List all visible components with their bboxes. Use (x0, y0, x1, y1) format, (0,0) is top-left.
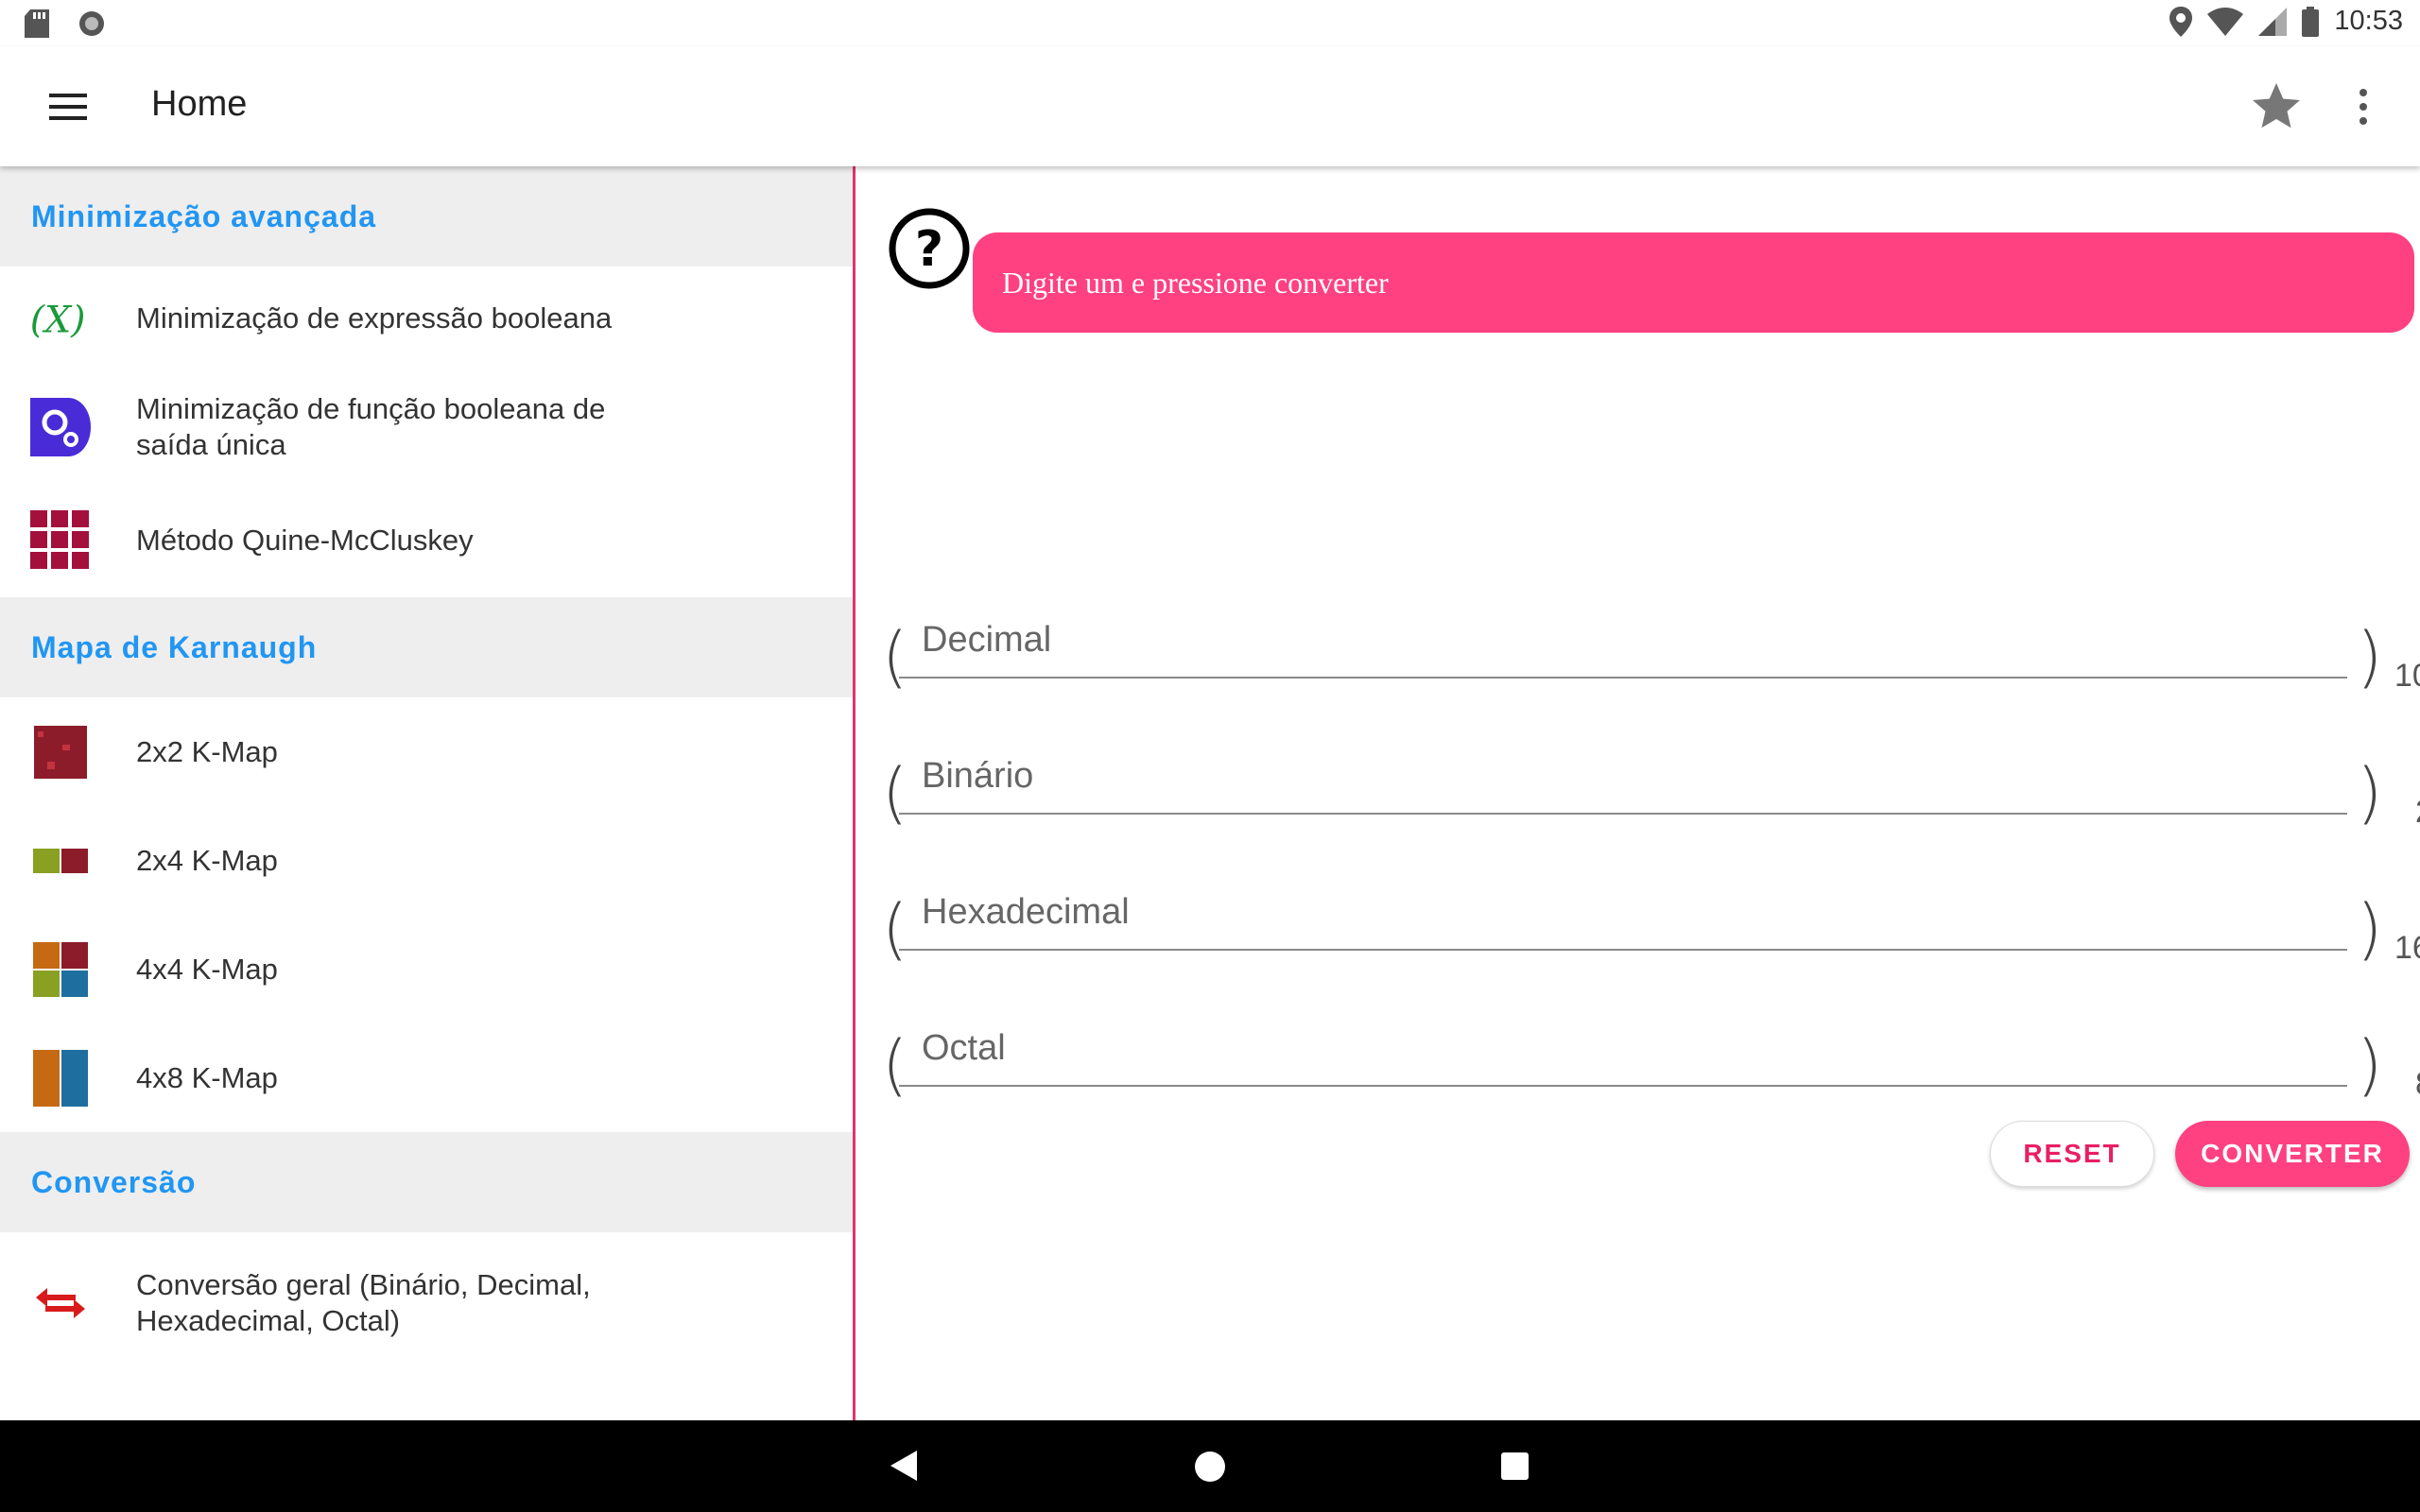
drawer-item-quine-mccluskey[interactable]: Método Quine-McCluskey (0, 484, 853, 597)
help-icon[interactable]: ? (888, 207, 971, 290)
back-icon[interactable] (889, 1449, 921, 1483)
section-header-label: Mapa de Karnaugh (31, 629, 318, 664)
status-bar-right: 10:53 (2169, 6, 2403, 37)
drawer-item-label: Minimização de função booleana de saída … (136, 392, 606, 461)
base-subscript: 10 (2394, 658, 2420, 694)
drawer-item-kmap-2x4[interactable]: 2x4 K-Map (0, 806, 853, 915)
kmap-2x2-icon (28, 720, 93, 784)
drawer-item-kmap-4x4[interactable]: 4x4 K-Map (0, 915, 853, 1023)
convert-button[interactable]: CONVERTER (2175, 1121, 2410, 1187)
drawer-item-label: Conversão geral (Binário, Decimal, Hexad… (136, 1268, 591, 1337)
section-header-minimizacao: Minimização avançada (0, 166, 853, 266)
section-header-label: Minimização avançada (31, 198, 377, 233)
gears-icon (28, 395, 93, 459)
star-icon (2253, 83, 2300, 129)
decimal-input[interactable] (899, 603, 2347, 679)
octal-field-group: ( ) 8 (882, 1011, 2420, 1104)
section-header-conversao: Conversão (0, 1132, 853, 1232)
drawer-item-label: 2x4 K-Map (136, 843, 278, 877)
svg-text:?: ? (915, 221, 943, 278)
close-paren: ) (2357, 890, 2383, 968)
location-icon (2169, 6, 2193, 37)
converter-panel: ? Digite um e pressione converter ( ) 10… (856, 166, 2420, 1420)
sync-circle-icon (79, 11, 104, 36)
close-paren: ) (2357, 754, 2383, 832)
drawer-item-label: 2x2 K-Map (136, 734, 278, 768)
drawer-item-kmap-2x2[interactable]: 2x2 K-Map (0, 697, 853, 806)
system-nav-bar (0, 1420, 2420, 1512)
octal-input[interactable] (899, 1011, 2347, 1087)
drawer-item-label: Minimização de expressão booleana (136, 301, 613, 335)
hint-bubble: Digite um e pressione converter (973, 232, 2414, 333)
decimal-field-group: ( ) 10 (882, 603, 2420, 696)
recents-icon[interactable] (1501, 1452, 1529, 1480)
base-subscript: 8 (2415, 1066, 2420, 1103)
close-paren: ) (2357, 618, 2383, 696)
status-bar-left (25, 9, 106, 38)
status-bar: 10:53 (0, 0, 2420, 46)
more-vert-icon (2360, 89, 2367, 96)
app-bar: Home (0, 46, 2420, 166)
binary-field-group: ( ) 2 (882, 739, 2420, 832)
section-header-karnaugh: Mapa de Karnaugh (0, 597, 853, 697)
signal-icon (2258, 7, 2288, 36)
drawer-item-boolean-expression[interactable]: (X) Minimização de expressão booleana (0, 266, 853, 370)
more-options-button[interactable] (2344, 78, 2382, 135)
hint-text: Digite um e pressione converter (1002, 265, 1389, 300)
section-header-label: Conversão (31, 1164, 197, 1199)
drawer-item-label: 4x4 K-Map (136, 952, 278, 986)
wifi-icon (2207, 7, 2244, 36)
sd-card-icon (25, 9, 49, 38)
function-x-icon: (X) (28, 286, 93, 351)
grid-icon (28, 508, 93, 573)
binary-input[interactable] (899, 739, 2347, 815)
kmap-4x8-icon (28, 1046, 93, 1110)
close-paren: ) (2357, 1026, 2383, 1104)
hexadecimal-field-group: ( ) 16 (882, 875, 2420, 968)
svg-text:(X): (X) (30, 298, 86, 341)
more-vert-dot (2360, 103, 2367, 111)
drawer-item-label: 4x8 K-Map (136, 1060, 278, 1094)
menu-button[interactable] (38, 80, 98, 133)
home-icon[interactable] (1195, 1452, 1225, 1482)
more-vert-dot (2360, 117, 2367, 125)
drawer-item-label: Método Quine-McCluskey (136, 524, 474, 557)
app-root: 10:53 Home Minimização avançada (X) Mini… (0, 0, 2420, 1512)
status-time: 10:53 (2334, 6, 2403, 36)
favorite-button[interactable] (2248, 78, 2305, 135)
swap-arrows-icon (28, 1271, 93, 1335)
reset-button[interactable]: RESET (1990, 1121, 2154, 1187)
battery-icon (2302, 6, 2320, 37)
page-title: Home (151, 84, 248, 124)
base-subscript: 16 (2394, 930, 2420, 966)
kmap-4x4-icon (28, 937, 93, 1002)
kmap-2x4-icon (28, 829, 93, 893)
menu-icon (49, 94, 87, 120)
navigation-drawer: Minimização avançada (X) Minimização de … (0, 166, 853, 1420)
drawer-item-kmap-4x8[interactable]: 4x8 K-Map (0, 1023, 853, 1132)
base-subscript: 2 (2415, 794, 2420, 831)
drawer-item-general-conversion[interactable]: Conversão geral (Binário, Decimal, Hexad… (0, 1232, 853, 1374)
drawer-item-single-output[interactable]: Minimização de função booleana de saída … (0, 370, 853, 484)
hexadecimal-input[interactable] (899, 875, 2347, 951)
